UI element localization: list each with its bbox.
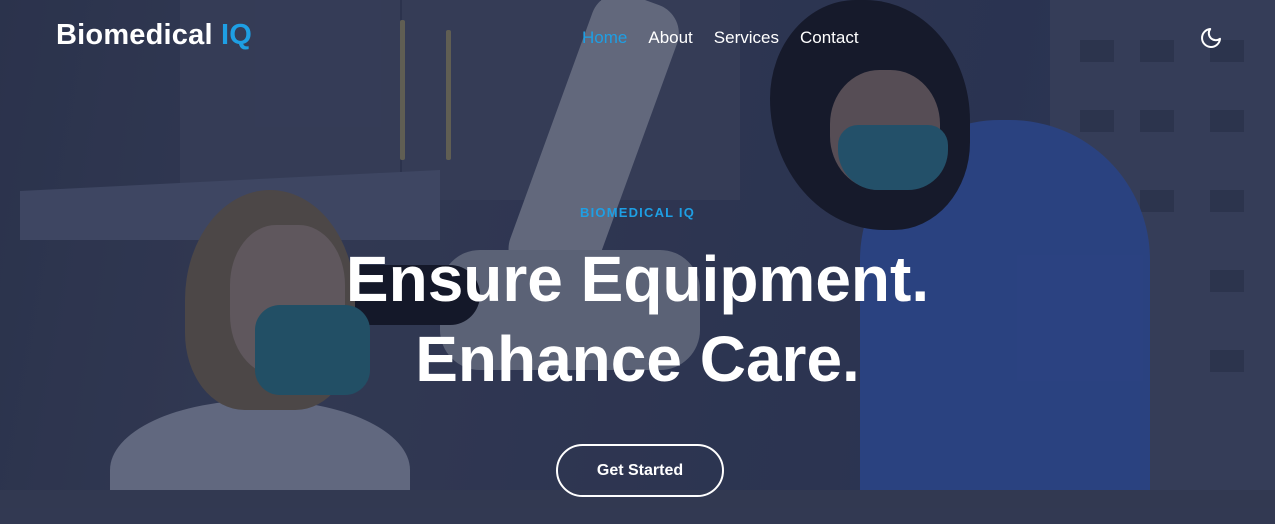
site-header: Biomedical IQ Home About Services Contac… [0,0,1275,76]
brand-accent: IQ [220,19,252,51]
nav-item-services[interactable]: Services [714,28,779,48]
hero-headline: Ensure Equipment. Enhance Care. [0,239,1275,399]
get-started-button[interactable]: Get Started [556,444,724,497]
theme-toggle-button[interactable] [1199,26,1223,50]
nav-item-home[interactable]: Home [582,28,627,48]
hero-headline-line-2: Enhance Care. [415,323,860,395]
nav-item-contact[interactable]: Contact [800,28,859,48]
main-nav: Home About Services Contact [582,28,859,48]
brand-name: Biomedical [56,19,213,51]
moon-icon [1201,28,1221,48]
nav-item-about[interactable]: About [648,28,692,48]
hero-eyebrow: BIOMEDICAL IQ [579,205,696,220]
hero-headline-line-1: Ensure Equipment. [345,243,930,315]
brand-logo[interactable]: Biomedical IQ [56,19,252,52]
